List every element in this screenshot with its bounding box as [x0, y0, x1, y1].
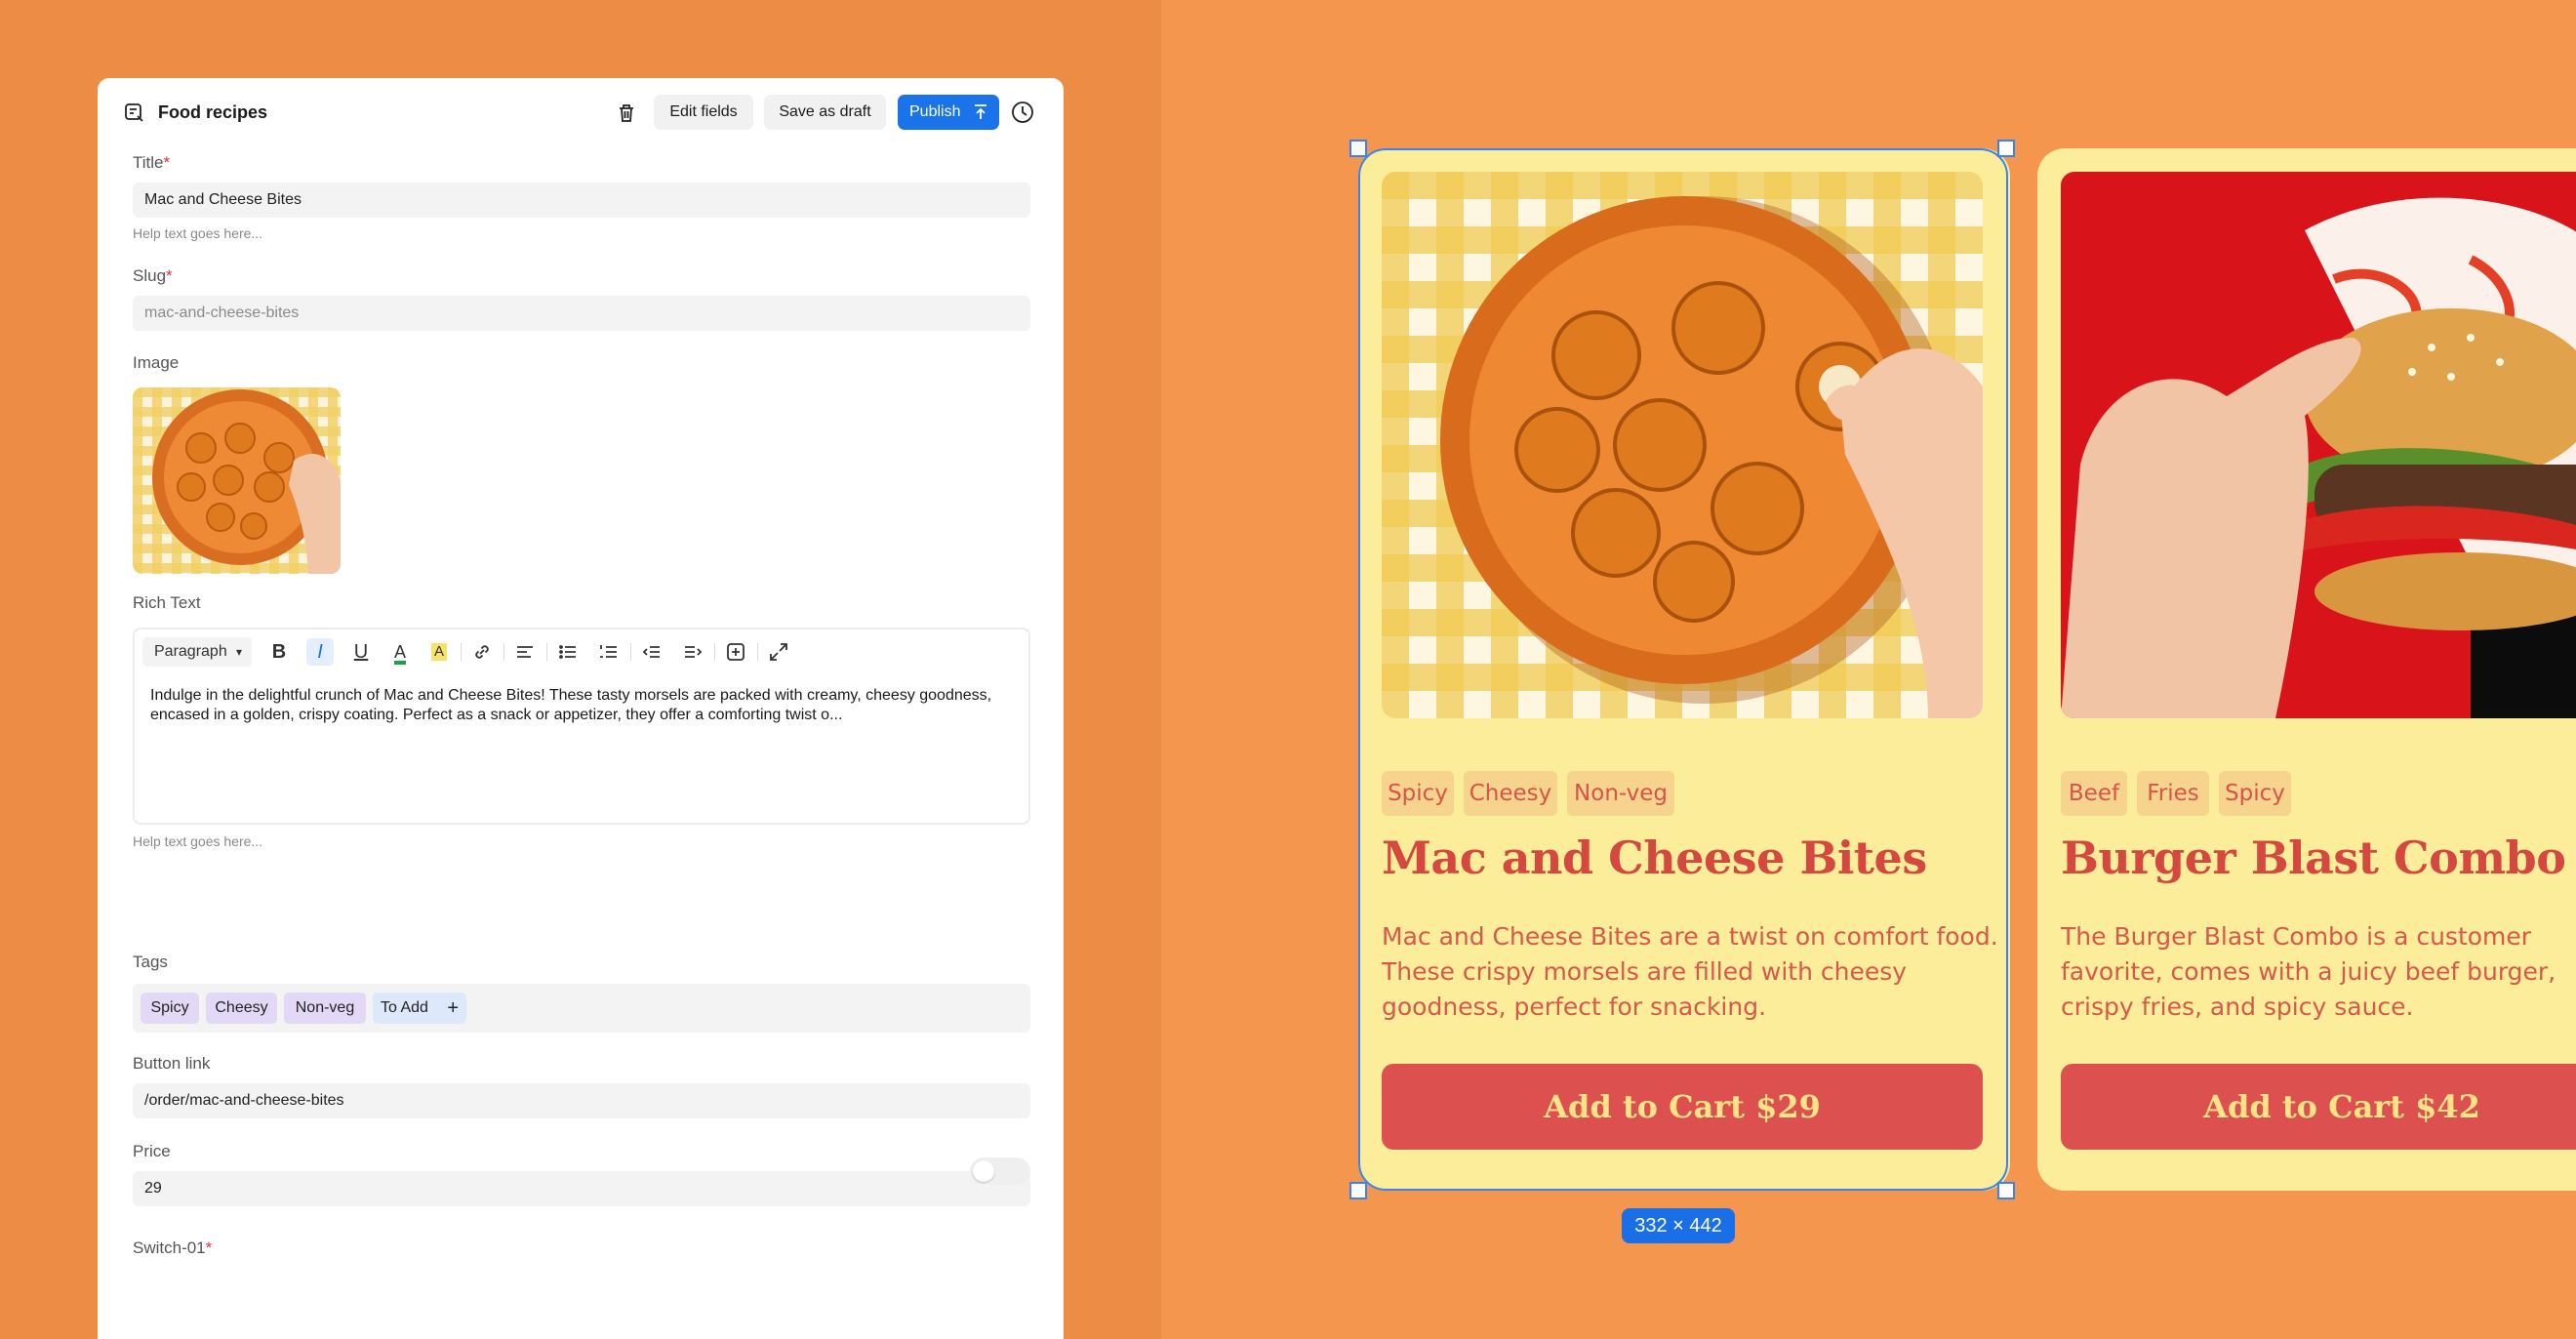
chevron-down-icon: ▾	[235, 645, 242, 659]
link-icon[interactable]	[468, 638, 496, 666]
slug-input[interactable]: mac-and-cheese-bites	[133, 296, 1030, 331]
save-draft-button[interactable]: Save as draft	[764, 95, 886, 130]
toolbar-divider	[461, 643, 462, 661]
cms-editor-panel: Food recipes Edit fields Save as draft P…	[98, 78, 1064, 1339]
card-title: Mac and Cheese Bites	[1382, 832, 1927, 884]
bold-icon[interactable]: B	[265, 638, 293, 666]
tags-label: Tags	[133, 953, 168, 971]
underline-icon[interactable]: U	[347, 638, 375, 666]
button-link-input[interactable]: /order/mac-and-cheese-bites	[133, 1083, 1030, 1118]
card-description: The Burger Blast Combo is a customer fav…	[2061, 922, 2556, 1021]
edit-fields-button[interactable]: Edit fields	[654, 95, 753, 130]
add-tag-button[interactable]: To Add +	[373, 993, 466, 1024]
rich-text-toolbar: Paragraph ▾ B I U A A	[135, 629, 1028, 674]
card-tag: Fries	[2137, 771, 2209, 816]
add-to-cart-button[interactable]: Add to Cart $29	[1382, 1064, 1983, 1150]
resize-handle-bottom-left[interactable]	[1349, 1182, 1367, 1199]
history-icon[interactable]	[1009, 99, 1036, 126]
rich-text-editor[interactable]: Paragraph ▾ B I U A A Indulge in the del…	[133, 628, 1030, 825]
insert-block-icon[interactable]	[722, 638, 749, 666]
card-tag: Non-veg	[1567, 771, 1674, 816]
card-title: Burger Blast Combo	[2061, 832, 2566, 884]
card-description: Mac and Cheese Bites are a twist on comf…	[1382, 922, 1998, 1021]
toolbar-divider	[757, 643, 758, 661]
rich-text-content[interactable]: Indulge in the delightful crunch of Mac …	[150, 686, 1014, 725]
resize-handle-top-left[interactable]	[1349, 140, 1367, 157]
price-input[interactable]: 29	[133, 1171, 1030, 1206]
title-label: Title*	[133, 153, 171, 172]
size-badge: 332 × 442	[1622, 1208, 1735, 1243]
recipe-card[interactable]: Beef Fries Spicy Burger Blast Combo The …	[2037, 148, 2576, 1191]
card-tag: Beef	[2061, 771, 2127, 816]
burger-image	[2061, 172, 2576, 718]
image-label: Image	[133, 353, 180, 372]
mac-cheese-thumbnail-image	[133, 387, 341, 574]
card-image	[1382, 172, 1983, 718]
align-left-icon[interactable]	[511, 638, 539, 666]
switch-knob	[973, 1160, 994, 1182]
collection-icon	[125, 103, 143, 122]
trash-icon[interactable]	[613, 100, 640, 127]
slug-label: Slug*	[133, 266, 173, 285]
card-tag: Cheesy	[1464, 771, 1557, 816]
indent-icon[interactable]	[679, 638, 706, 666]
italic-icon[interactable]: I	[306, 638, 334, 666]
tag-chip[interactable]: Spicy	[141, 993, 199, 1024]
rich-text-help-text: Help text goes here...	[133, 833, 263, 849]
price-label: Price	[133, 1142, 171, 1160]
card-image	[2061, 172, 2576, 718]
text-color-icon[interactable]: A	[386, 638, 414, 666]
publish-arrow-icon	[975, 104, 986, 119]
expand-icon[interactable]	[765, 638, 792, 666]
highlight-color-icon[interactable]: A	[425, 638, 453, 666]
toolbar-divider	[714, 643, 715, 661]
add-to-cart-button[interactable]: Add to Cart $42	[2061, 1064, 2576, 1150]
toolbar-divider	[630, 643, 631, 661]
editor-header: Food recipes Edit fields Save as draft P…	[98, 78, 1064, 148]
resize-handle-bottom-right[interactable]	[1997, 1182, 2015, 1199]
tag-chip[interactable]: Cheesy	[206, 993, 277, 1024]
image-thumbnail[interactable]	[133, 387, 341, 574]
mac-cheese-bites-image	[1382, 172, 1983, 718]
card-tag: Spicy	[1382, 771, 1454, 816]
toolbar-divider	[546, 643, 547, 661]
title-help-text: Help text goes here...	[133, 225, 263, 241]
tag-chip[interactable]: Non-veg	[284, 993, 366, 1024]
collection-title: Food recipes	[158, 102, 268, 122]
block-type-select[interactable]: Paragraph ▾	[142, 637, 252, 667]
card-tag: Spicy	[2219, 771, 2291, 816]
title-input[interactable]: Mac and Cheese Bites	[133, 183, 1030, 218]
button-link-label: Button link	[133, 1054, 211, 1073]
publish-button[interactable]: Publish	[898, 95, 999, 130]
rich-text-label: Rich Text	[133, 593, 201, 612]
switch-toggle[interactable]	[970, 1157, 1030, 1185]
outdent-icon[interactable]	[638, 638, 665, 666]
tags-field[interactable]: Spicy Cheesy Non-veg To Add +	[133, 984, 1030, 1033]
publish-label: Publish	[909, 103, 961, 120]
plus-icon: +	[447, 997, 459, 1019]
numbered-list-icon[interactable]	[595, 638, 623, 666]
resize-handle-top-right[interactable]	[1997, 140, 2015, 157]
bullet-list-icon[interactable]	[554, 638, 582, 666]
recipe-card[interactable]: Spicy Cheesy Non-veg Mac and Cheese Bite…	[1358, 148, 2010, 1191]
toolbar-divider	[503, 643, 504, 661]
switch-label: Switch-01*	[133, 1238, 213, 1257]
